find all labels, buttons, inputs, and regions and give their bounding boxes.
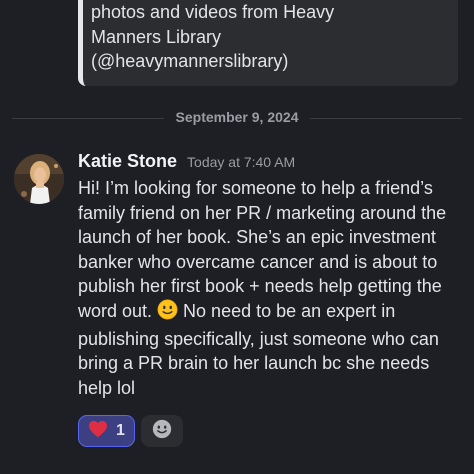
add-reaction-button[interactable] — [141, 415, 183, 447]
profile-photo-icon — [14, 154, 64, 204]
chat-view: photos and videos from Heavy Manners Lib… — [0, 0, 474, 474]
divider-line-right — [310, 118, 462, 119]
author-name[interactable]: Katie Stone — [78, 151, 177, 172]
message-content: Hi! I’m looking for someone to help a fr… — [78, 176, 448, 400]
message-text-part-1: Hi! I’m looking for someone to help a fr… — [78, 178, 447, 321]
message-header: Katie Stone Today at 7:40 AM — [78, 151, 295, 175]
slightly-smiling-face-icon — [157, 299, 178, 327]
red-heart-icon — [88, 420, 108, 443]
link-embed[interactable]: photos and videos from Heavy Manners Lib… — [78, 0, 458, 86]
embed-description: photos and videos from Heavy Manners Lib… — [91, 2, 335, 71]
message-timestamp[interactable]: Today at 7:40 AM — [187, 154, 295, 170]
reaction-count: 1 — [116, 422, 125, 439]
add-reaction-icon — [151, 418, 173, 445]
reactions-bar: 1 — [78, 415, 183, 447]
avatar[interactable] — [14, 154, 64, 204]
reaction-heart[interactable]: 1 — [78, 415, 135, 447]
date-divider: September 9, 2024 — [12, 104, 462, 132]
divider-date: September 9, 2024 — [175, 109, 299, 125]
